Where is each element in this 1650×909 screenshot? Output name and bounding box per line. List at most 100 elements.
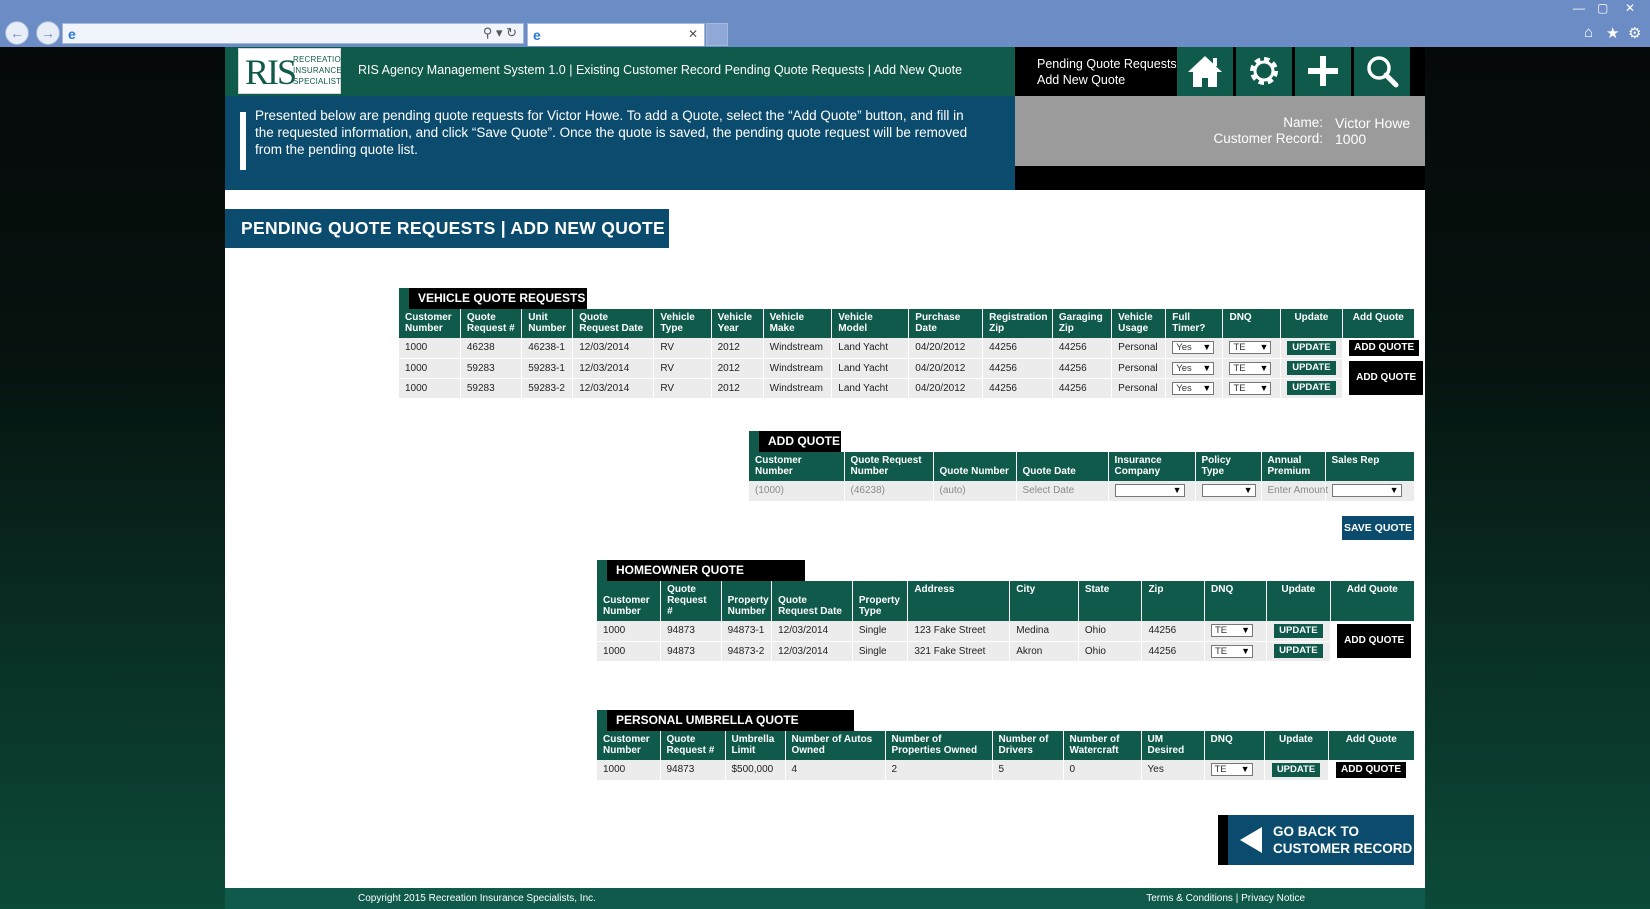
maximize-icon[interactable]: ▢: [1597, 1, 1608, 15]
info-banner: Presented below are pending quote reques…: [225, 96, 1015, 190]
col-customer-number: Customer Number: [749, 452, 845, 481]
name-value: Victor Howe: [1335, 115, 1411, 131]
tab-close-icon[interactable]: ✕: [688, 27, 698, 41]
logo-line2: INSURANCE: [293, 66, 342, 75]
ris-logo[interactable]: RIS RECREATION INSURANCE SPECIALISTS: [238, 48, 347, 94]
col-quote-date: Quote Date: [1016, 452, 1109, 481]
dnq-select[interactable]: TE: [1210, 763, 1253, 777]
full-timer-select[interactable]: Yes: [1172, 361, 1215, 375]
new-tab-button[interactable]: [706, 23, 728, 46]
address-bar[interactable]: e ⚲ ▾ ↻: [62, 23, 524, 44]
col-vehicle-model: Vehicle Model: [831, 309, 910, 338]
cell: TE: [1204, 641, 1267, 662]
add-quote-button[interactable]: ADD QUOTE: [1349, 339, 1420, 356]
insurance-company-select[interactable]: [1114, 484, 1185, 498]
nav-panel: Pending Quote Requests Add New Quote: [1015, 47, 1425, 96]
col-customer-number: Customer Number: [399, 309, 461, 338]
annual-premium-field[interactable]: Enter Amount: [1261, 481, 1328, 502]
sales-rep-select[interactable]: [1331, 484, 1402, 498]
cell: [1195, 481, 1262, 502]
dnq-select[interactable]: TE: [1211, 644, 1253, 658]
address-tools[interactable]: ⚲ ▾ ↻: [483, 25, 517, 41]
dnq-select[interactable]: TE: [1211, 624, 1253, 638]
customer-panel: Name: Victor Howe Customer Record: 1000: [1015, 96, 1425, 166]
policy-type-select[interactable]: [1201, 484, 1256, 498]
cell: 12/03/2014: [572, 338, 655, 359]
cell: TE: [1204, 621, 1267, 642]
col-customer-number: Customer Number: [597, 731, 661, 760]
go-back-button[interactable]: GO BACK TO CUSTOMER RECORD: [1218, 815, 1414, 865]
back-icon[interactable]: ←: [5, 21, 29, 45]
col-insurance-company: Insurance Company: [1108, 452, 1196, 481]
cell: 46238: [460, 338, 523, 359]
cell: ADD QUOTE: [1330, 621, 1414, 662]
forward-icon[interactable]: →: [36, 21, 60, 45]
full-timer-select[interactable]: Yes: [1172, 341, 1215, 355]
info-text: Presented below are pending quote reques…: [255, 108, 968, 157]
ie-icon: e: [68, 26, 76, 42]
browser-home-icon[interactable]: ⌂: [1584, 24, 1593, 41]
terms-link[interactable]: Terms & Conditions: [1146, 893, 1233, 904]
favorites-icon[interactable]: ★: [1606, 24, 1619, 42]
cell: UPDATE: [1280, 338, 1344, 359]
update-button[interactable]: UPDATE: [1271, 762, 1321, 777]
settings-icon[interactable]: ⚙: [1628, 24, 1641, 42]
table-row: 1000 94873 94873-1 12/03/2014 Single 123…: [597, 621, 1414, 662]
add-quote-button[interactable]: ADD QUOTE: [1337, 623, 1412, 658]
cell: 94873-2: [721, 641, 773, 662]
col-sales-rep: Sales Rep: [1325, 452, 1414, 481]
header-title: RIS Agency Management System 1.0 | Exist…: [358, 63, 963, 77]
update-button[interactable]: UPDATE: [1274, 644, 1323, 658]
cell: 1000: [399, 378, 461, 399]
cell: Personal: [1111, 358, 1167, 379]
cell: 1000: [597, 760, 661, 781]
dnq-select[interactable]: TE: [1229, 381, 1272, 395]
add-quote-button[interactable]: ADD QUOTE: [1349, 361, 1424, 395]
umbrella-section-tag: PERSONAL UMBRELLA QUOTE REQUESTS: [597, 710, 854, 748]
cell: Personal: [1111, 338, 1167, 359]
dnq-select[interactable]: TE: [1229, 341, 1272, 355]
quote-date-field[interactable]: Select Date: [1016, 481, 1109, 502]
plus-icon[interactable]: [1295, 47, 1351, 96]
full-timer-select[interactable]: Yes: [1172, 381, 1215, 395]
search-icon[interactable]: [1354, 47, 1410, 96]
add-quote-table: Customer Number Quote Request Number Quo…: [749, 452, 1415, 502]
update-button[interactable]: UPDATE: [1287, 381, 1336, 395]
cell: 44256: [1141, 621, 1205, 642]
cell: 94873: [660, 641, 722, 662]
cell: 44256: [982, 338, 1053, 359]
col-vehicle-type: Vehicle Type: [653, 309, 712, 338]
col-property-type: Property Type: [852, 581, 909, 621]
dnq-select[interactable]: TE: [1229, 361, 1272, 375]
save-quote-button[interactable]: SAVE QUOTE: [1342, 516, 1414, 540]
col-purchase-date: Purchase Date: [908, 309, 984, 338]
footer-separator: |: [1235, 893, 1239, 904]
gear-icon[interactable]: [1236, 47, 1292, 96]
update-button[interactable]: UPDATE: [1287, 361, 1336, 375]
col-unit-number: Unit Number: [521, 309, 574, 338]
privacy-link[interactable]: Privacy Notice: [1241, 893, 1305, 904]
col-quote-number: Quote Number: [933, 452, 1017, 481]
home-icon[interactable]: [1177, 47, 1233, 96]
cell: 12/03/2014: [771, 621, 853, 642]
cell: Personal: [1111, 378, 1167, 399]
add-quote-section-tag: ADD QUOTE: [749, 431, 841, 452]
minimize-icon[interactable]: —: [1573, 1, 1585, 15]
record-value: 1000: [1335, 131, 1367, 147]
col-update: Update: [1266, 581, 1332, 621]
cell: TE: [1204, 760, 1265, 781]
cell: $500,000: [725, 760, 786, 781]
cell: 59283-1: [521, 358, 574, 379]
browser-tab[interactable]: e ✕: [527, 23, 705, 46]
cell: 59283: [460, 358, 523, 379]
close-window-icon[interactable]: ✕: [1625, 1, 1635, 15]
cell: 59283-2: [521, 378, 574, 399]
update-button[interactable]: UPDATE: [1287, 340, 1336, 355]
update-button[interactable]: UPDATE: [1274, 623, 1323, 638]
quote-request-field: (46238): [844, 481, 934, 502]
col-dnq: DNQ: [1204, 731, 1265, 760]
col-number-drivers: Number of Drivers: [992, 731, 1064, 760]
col-dnq: DNQ: [1204, 581, 1267, 621]
cell: ADD QUOTE: [1342, 358, 1424, 399]
add-quote-button[interactable]: ADD QUOTE: [1336, 761, 1406, 778]
